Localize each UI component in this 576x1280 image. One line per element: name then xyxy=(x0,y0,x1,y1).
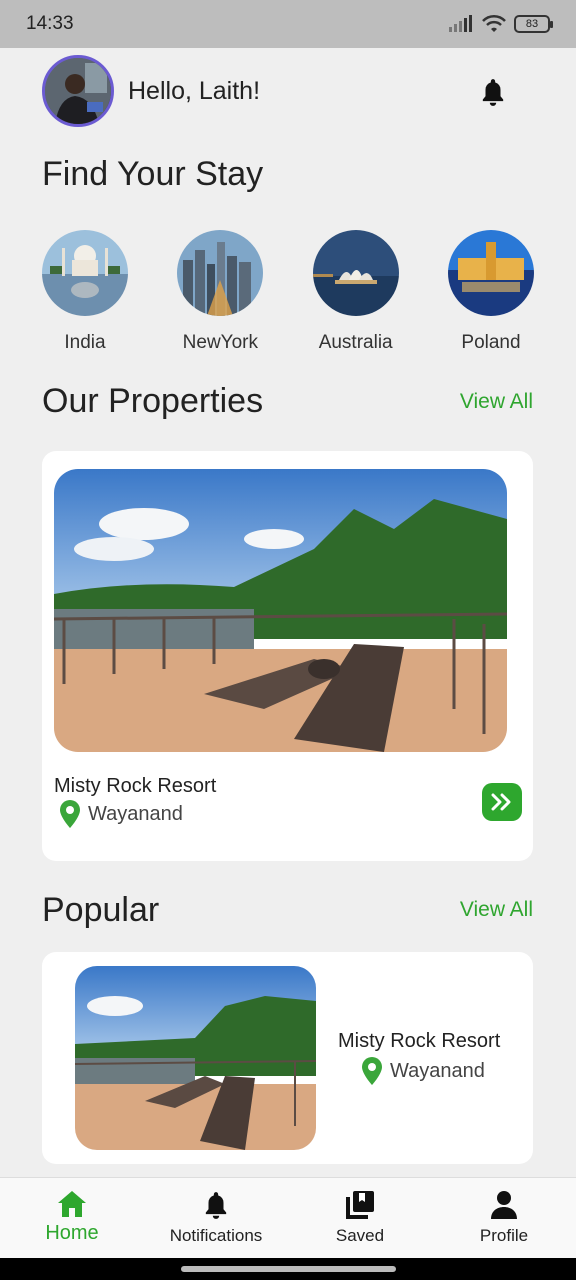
property-image xyxy=(54,469,507,752)
header: Hello, Laith! xyxy=(42,55,534,127)
signal-icon xyxy=(449,15,472,32)
destination-image xyxy=(447,230,534,316)
popular-location: Wayanand xyxy=(362,1057,485,1085)
property-name: Misty Rock Resort xyxy=(54,775,217,797)
popular-image xyxy=(75,966,316,1150)
destination-image xyxy=(312,230,399,316)
nav-home[interactable]: Home xyxy=(0,1178,144,1258)
double-chevron-right-icon xyxy=(491,793,511,811)
destination-poland[interactable]: Poland xyxy=(446,230,536,354)
nav-label: Profile xyxy=(479,1226,529,1245)
status-icons: 83 xyxy=(448,14,553,34)
nav-label: Home xyxy=(45,1222,99,1244)
greeting-text: Hello, Laith! xyxy=(128,76,261,105)
popular-view-all-link[interactable]: View All xyxy=(460,898,533,922)
property-location: Wayanand xyxy=(60,800,183,828)
person-icon xyxy=(491,1191,517,1219)
destination-label: NewYork xyxy=(182,332,258,353)
destination-india[interactable]: India xyxy=(40,230,130,354)
avatar[interactable] xyxy=(42,55,114,127)
destination-newyork[interactable]: NewYork xyxy=(175,230,265,354)
wifi-icon xyxy=(482,14,506,32)
saved-icon xyxy=(346,1191,374,1219)
system-nav-bar xyxy=(0,1258,576,1280)
nav-saved[interactable]: Saved xyxy=(288,1178,432,1258)
find-stay-title: Find Your Stay xyxy=(42,155,264,193)
nav-label: Notifications xyxy=(169,1226,263,1245)
destinations-list: India NewYork Australia Poland xyxy=(40,230,536,354)
home-icon xyxy=(58,1191,86,1217)
battery-icon: 83 xyxy=(514,15,553,33)
destination-australia[interactable]: Australia xyxy=(311,230,401,354)
location-pin-icon xyxy=(60,800,80,828)
notification-bell-icon[interactable] xyxy=(480,77,506,107)
status-bar: 14:33 83 xyxy=(0,0,576,48)
location-pin-icon xyxy=(362,1057,382,1085)
destination-label: Australia xyxy=(318,332,393,353)
property-card[interactable]: Misty Rock Resort Wayanand xyxy=(42,451,533,861)
status-time: 14:33 xyxy=(26,13,74,34)
nav-label: Saved xyxy=(335,1226,385,1245)
our-properties-title: Our Properties xyxy=(42,382,264,420)
nav-profile[interactable]: Profile xyxy=(432,1178,576,1258)
destination-label: Poland xyxy=(461,332,521,353)
bell-icon xyxy=(205,1192,227,1219)
home-gesture-pill[interactable] xyxy=(181,1266,396,1272)
properties-view-all-link[interactable]: View All xyxy=(460,390,533,414)
bottom-nav: Home Notifications Saved Profile xyxy=(0,1177,576,1258)
destination-image xyxy=(42,230,128,316)
popular-title: Popular xyxy=(42,891,160,929)
popular-card[interactable]: Misty Rock Resort Wayanand xyxy=(42,952,533,1164)
property-location-text: Wayanand xyxy=(88,802,183,825)
destination-image xyxy=(177,230,264,316)
popular-name: Misty Rock Resort xyxy=(338,1030,501,1052)
destination-label: India xyxy=(64,332,106,353)
battery-level: 83 xyxy=(525,18,539,30)
nav-notifications[interactable]: Notifications xyxy=(144,1178,288,1258)
popular-location-text: Wayanand xyxy=(390,1059,485,1082)
property-open-button[interactable] xyxy=(482,783,522,821)
